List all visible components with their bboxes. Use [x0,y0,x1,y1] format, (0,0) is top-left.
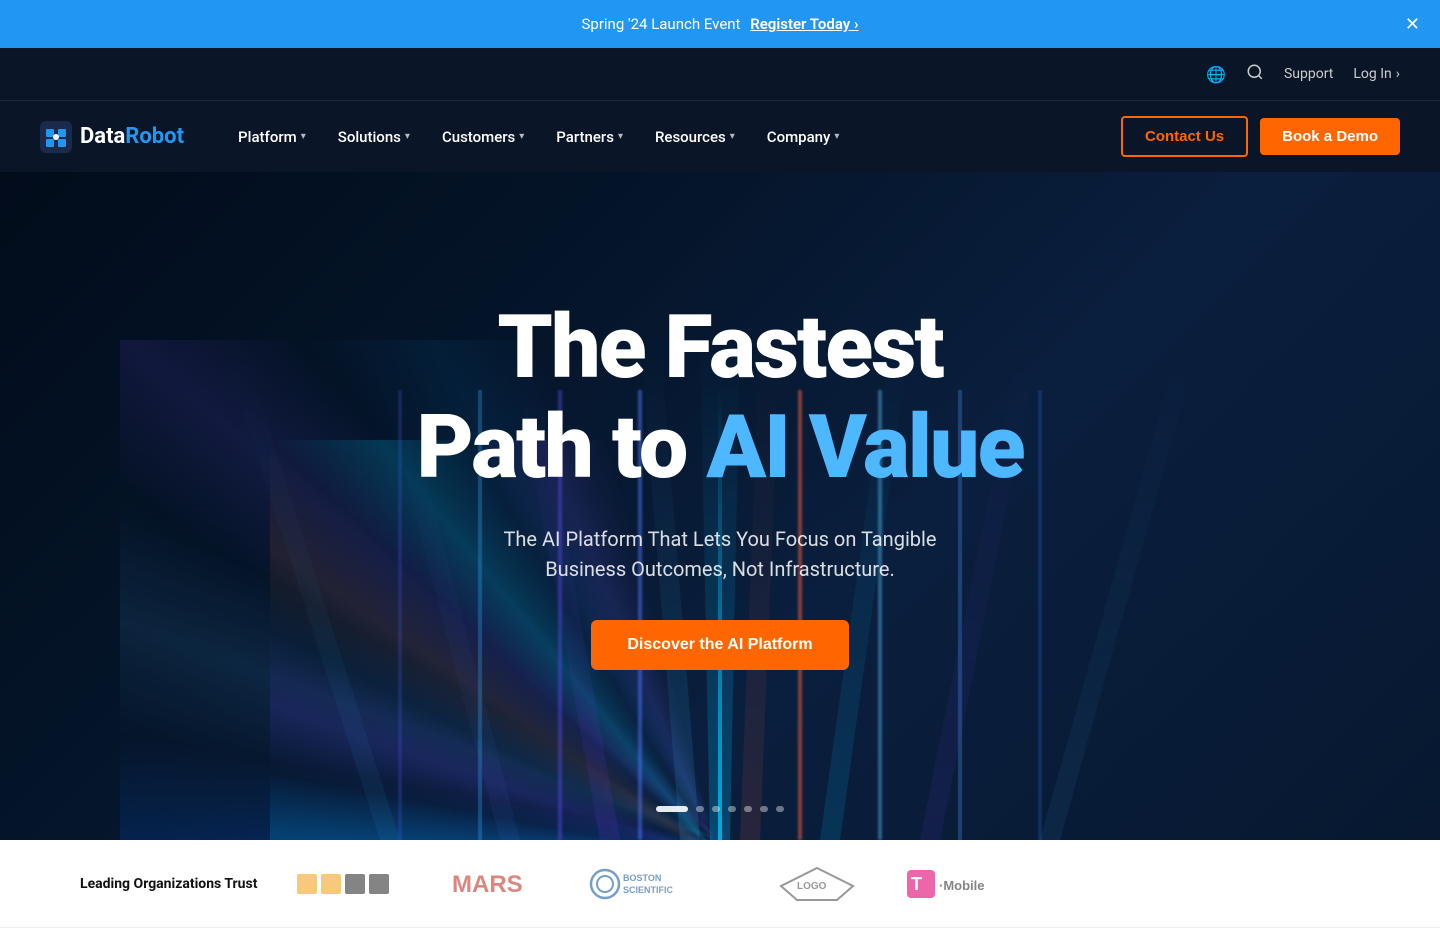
contact-us-button[interactable]: Contact Us [1121,116,1248,157]
logo[interactable]: DataRobot [40,121,184,153]
globe-icon[interactable]: 🌐 [1206,65,1226,84]
resources-chevron: ▾ [730,131,735,142]
carousel-dot-7[interactable] [776,806,784,812]
carousel-dot-6[interactable] [760,806,768,812]
svg-text:MARS: MARS [452,871,523,898]
search-icon[interactable] [1246,63,1264,85]
trust-label: Leading Organizations Trust [80,876,257,892]
hero-title-line2: Path to AI Value [416,402,1023,494]
logo-text-robot: Robot [125,124,184,149]
logo-text: DataRobot [80,124,184,149]
utility-bar: 🌐 Support Log In › [0,48,1440,100]
hero-content: The Fastest Path to AI Value The AI Plat… [376,302,1063,671]
trust-logos: MARS BOSTON SCIENTIFIC LOGO T ·Mobile [297,866,1017,902]
close-announcement-button[interactable]: ✕ [1405,15,1420,33]
customers-chevron: ▾ [519,131,524,142]
svg-text:BOSTON: BOSTON [623,873,661,883]
announcement-text: Spring '24 Launch Event [582,15,741,33]
company-chevron: ▾ [834,131,839,142]
solutions-chevron: ▾ [405,131,410,142]
nav-actions: Contact Us Book a Demo [1121,116,1400,157]
hero-subtitle: The AI Platform That Lets You Focus on T… [416,524,1023,584]
partners-chevron: ▾ [618,131,623,142]
carousel-dot-3[interactable] [712,806,720,812]
trust-logo-tmobile: T ·Mobile [907,866,1017,902]
logo-icon [40,121,72,153]
nav-links: Platform ▾ Solutions ▾ Customers ▾ Partn… [224,120,1121,154]
book-demo-button[interactable]: Book a Demo [1260,118,1400,155]
nav-item-partners[interactable]: Partners ▾ [542,120,637,154]
login-arrow: › [1396,66,1400,82]
nav-item-platform[interactable]: Platform ▾ [224,120,320,154]
trust-logo-boston-scientific: BOSTON SCIENTIFIC [587,866,727,902]
nav-item-company[interactable]: Company ▾ [753,120,854,154]
nav-item-customers[interactable]: Customers ▾ [428,120,538,154]
carousel-dot-2[interactable] [696,806,704,812]
carousel-dots [656,806,784,812]
register-link[interactable]: Register Today › [750,15,858,33]
main-nav: DataRobot Platform ▾ Solutions ▾ Custome… [0,100,1440,172]
nav-item-resources[interactable]: Resources ▾ [641,120,749,154]
register-arrow: › [854,15,859,33]
discover-platform-button[interactable]: Discover the AI Platform [591,620,848,670]
carousel-dot-4[interactable] [728,806,736,812]
svg-text:T: T [911,874,922,894]
carousel-dot-1[interactable] [656,806,688,812]
announcement-bar: Spring '24 Launch Event Register Today ›… [0,0,1440,48]
svg-text:LOGO: LOGO [797,881,827,892]
announcement-separator [740,15,744,33]
platform-chevron: ▾ [301,131,306,142]
hero-title-ai-value: AI Value [706,402,1023,494]
trust-logo-mars: MARS [447,866,537,902]
support-link[interactable]: Support [1284,66,1333,82]
trust-logo-1 [297,866,397,902]
trust-section: Leading Organizations Trust MARS BOSTON … [0,840,1440,928]
login-link[interactable]: Log In › [1353,66,1400,82]
trust-logo-4: LOGO [777,866,857,902]
nav-item-solutions[interactable]: Solutions ▾ [324,120,424,154]
hero-section: The Fastest Path to AI Value The AI Plat… [0,172,1440,840]
svg-text:·Mobile: ·Mobile [939,878,985,893]
hero-title-line1: The Fastest [416,302,1023,394]
carousel-dot-5[interactable] [744,806,752,812]
svg-text:SCIENTIFIC: SCIENTIFIC [623,885,674,895]
hero-title-path-to: Path to [416,402,686,494]
logo-text-data: Data [80,124,125,149]
